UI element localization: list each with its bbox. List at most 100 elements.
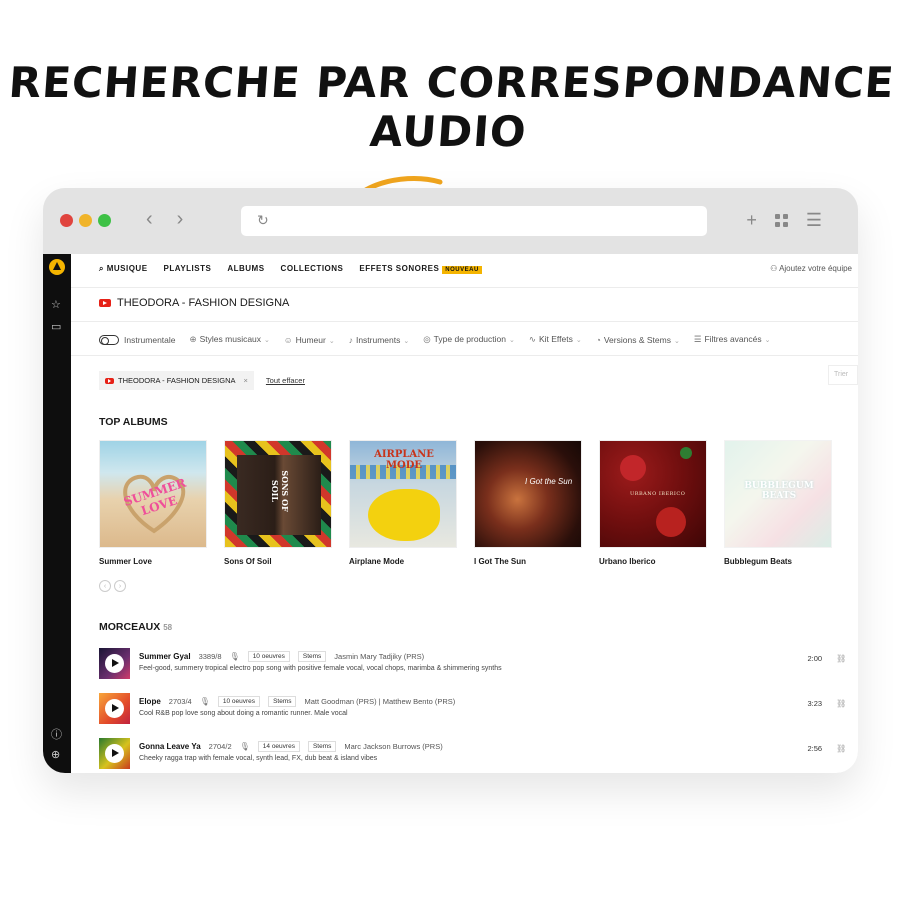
link-icon[interactable]: ⛓ — [836, 744, 846, 753]
stems-tag[interactable]: Stems — [307, 741, 337, 752]
album-title[interactable]: I Got The Sun — [474, 557, 582, 566]
versions-icon: ◔ — [595, 334, 601, 345]
sort-select[interactable]: Trier — [828, 365, 858, 385]
filter-instrumental[interactable]: Instrumentale — [99, 334, 176, 345]
works-tag[interactable]: 10 oeuvres — [217, 696, 261, 707]
album-card[interactable]: BUBBLEGUM BEATS Bubblegum Beats — [724, 440, 832, 566]
apps-grid-icon[interactable] — [774, 214, 788, 227]
maximize-dot[interactable] — [98, 214, 111, 227]
play-icon[interactable] — [105, 744, 124, 763]
track-row[interactable]: Gonna Leave Ya 2704/2 🎙 14 oeuvres Stems… — [99, 738, 858, 773]
logo-icon[interactable] — [49, 259, 65, 275]
chevron-down-icon: ⌄ — [403, 337, 410, 345]
album-cover[interactable]: SUMMER LOVE — [99, 440, 207, 548]
carousel-controls: ‹ › — [99, 580, 126, 592]
info-icon[interactable]: ⓘ — [51, 726, 62, 742]
stems-tag[interactable]: Stems — [268, 696, 297, 707]
browser-window: ‹ › ↻ + ☰ ☆ ▭ ⓘ ⊕ ⌕ MUSIQUE PLAYLISTS AL… — [43, 188, 858, 773]
add-account-link[interactable]: ⚇ Ajoutez votre équipe — [770, 264, 852, 273]
globe-icon[interactable]: ⊕ — [51, 748, 60, 761]
works-tag[interactable]: 10 oeuvres — [247, 651, 290, 662]
track-duration: 2:00 — [807, 654, 823, 663]
album-title[interactable]: Airplane Mode — [349, 557, 457, 566]
album-cover[interactable]: URBANO IBERICO — [599, 440, 707, 548]
active-filter-chip[interactable]: THEODORA - FASHION DESIGNA × — [99, 371, 254, 390]
chevron-down-icon: ⌄ — [673, 337, 680, 345]
track-title[interactable]: Elope — [139, 697, 161, 706]
microphone-icon: 🎙 — [239, 742, 250, 751]
album-cover[interactable]: BUBBLEGUM BEATS — [724, 440, 832, 548]
window-controls — [60, 214, 111, 227]
filter-instruments[interactable]: ♪ Instruments ⌄ — [349, 335, 410, 345]
chevron-down-icon: ⌄ — [575, 337, 582, 344]
album-card[interactable]: SUMMER LOVE Summer Love — [99, 440, 207, 566]
smiley-icon: ☺ — [283, 334, 293, 345]
track-code: 2704/2 — [208, 742, 232, 751]
close-icon[interactable]: × — [244, 376, 248, 385]
play-icon[interactable] — [105, 654, 124, 673]
works-tag[interactable]: 14 oeuvres — [257, 741, 300, 752]
tracks-title: MORCEAUX 58 — [99, 621, 173, 633]
album-cover-text: I Got the Sun — [525, 477, 573, 486]
clear-all-link[interactable]: Tout effacer — [266, 376, 305, 385]
filter-versions[interactable]: ◔ Versions & Stems ⌄ — [596, 335, 680, 345]
album-card[interactable]: I Got the Sun I Got The Sun — [474, 440, 582, 566]
nav-music[interactable]: ⌕ MUSIQUE — [99, 264, 148, 274]
filter-advanced[interactable]: ☰ Filtres avancés ⌄ — [694, 334, 771, 345]
nav-collections[interactable]: COLLECTIONS — [281, 264, 344, 274]
toggle-icon[interactable] — [99, 334, 119, 345]
track-code: 2703/4 — [168, 697, 192, 706]
album-cover[interactable]: AIRPLANE MODE — [349, 440, 457, 548]
chevron-left-icon[interactable]: ‹ — [146, 208, 153, 231]
album-card[interactable]: SONS OF SOIL Sons Of Soil — [224, 440, 332, 566]
track-title[interactable]: Gonna Leave Ya — [139, 742, 201, 751]
microphone-icon: 🎙 — [199, 697, 210, 706]
album-cover[interactable]: SONS OF SOIL — [224, 440, 332, 548]
filter-sfx[interactable]: ∿ Kit Effets ⌄ — [529, 334, 582, 345]
star-icon[interactable]: ☆ — [51, 298, 61, 311]
new-tab-icon[interactable]: + — [746, 210, 757, 231]
track-row[interactable]: Elope 2703/4 🎙 10 oeuvres Stems Matt Goo… — [99, 693, 858, 738]
play-icon[interactable] — [105, 699, 124, 718]
chevron-right-icon[interactable]: › — [177, 208, 184, 231]
track-title[interactable]: Summer Gyal — [139, 652, 191, 661]
chevron-down-icon: ⌄ — [764, 337, 771, 344]
folder-icon[interactable]: ▭ — [51, 320, 61, 333]
nav-albums[interactable]: ALBUMS — [227, 264, 264, 274]
close-dot[interactable] — [60, 214, 73, 227]
new-badge: NOUVEAU — [442, 266, 482, 274]
album-cover-text: SONS OF SOIL — [270, 470, 290, 512]
track-duration: 2:56 — [807, 744, 823, 753]
filter-mood[interactable]: ☺ Humeur ⌄ — [284, 335, 335, 345]
tracks-count: 58 — [163, 623, 173, 632]
album-card[interactable]: AIRPLANE MODE Airplane Mode — [349, 440, 457, 566]
divider — [71, 287, 858, 288]
link-icon[interactable]: ⛓ — [836, 654, 846, 663]
top-albums-title: TOP ALBUMS — [99, 416, 168, 428]
reload-icon[interactable]: ↻ — [257, 212, 269, 229]
nav-sound-effects[interactable]: EFFETS SONORES NOUVEAU — [359, 264, 482, 274]
track-description: Feel-good, summery tropical electro pop … — [139, 665, 502, 672]
chevron-down-icon: ⌄ — [508, 337, 515, 344]
album-title[interactable]: Sons Of Soil — [224, 557, 332, 566]
album-cover[interactable]: I Got the Sun — [474, 440, 582, 548]
menu-icon[interactable]: ☰ — [806, 210, 822, 231]
search-query[interactable]: THEODORA - FASHION DESIGNA — [99, 297, 289, 309]
album-card[interactable]: URBANO IBERICO Urbano Iberico — [599, 440, 707, 566]
production-icon: ◎ — [423, 334, 431, 344]
chevron-right-icon[interactable]: › — [114, 580, 126, 592]
album-title[interactable]: Bubblegum Beats — [724, 557, 832, 566]
app-content: ☆ ▭ ⓘ ⊕ ⌕ MUSIQUE PLAYLISTS ALBUMS COLLE… — [43, 254, 858, 773]
track-row[interactable]: Summer Gyal 3389/8 🎙 10 oeuvres Stems Ja… — [99, 648, 858, 693]
stems-tag[interactable]: Stems — [297, 651, 327, 662]
filter-production[interactable]: ◎ Type de production ⌄ — [423, 334, 515, 345]
chevron-left-icon[interactable]: ‹ — [99, 580, 111, 592]
filter-genres[interactable]: ⊕ Styles musicaux ⌄ — [190, 334, 270, 345]
nav-playlists[interactable]: PLAYLISTS — [164, 264, 212, 274]
link-icon[interactable]: ⛓ — [836, 699, 846, 708]
album-title[interactable]: Summer Love — [99, 557, 207, 566]
url-bar[interactable]: ↻ — [241, 206, 707, 236]
album-title[interactable]: Urbano Iberico — [599, 557, 707, 566]
main-panel: ⌕ MUSIQUE PLAYLISTS ALBUMS COLLECTIONS E… — [71, 254, 858, 773]
minimize-dot[interactable] — [79, 214, 92, 227]
